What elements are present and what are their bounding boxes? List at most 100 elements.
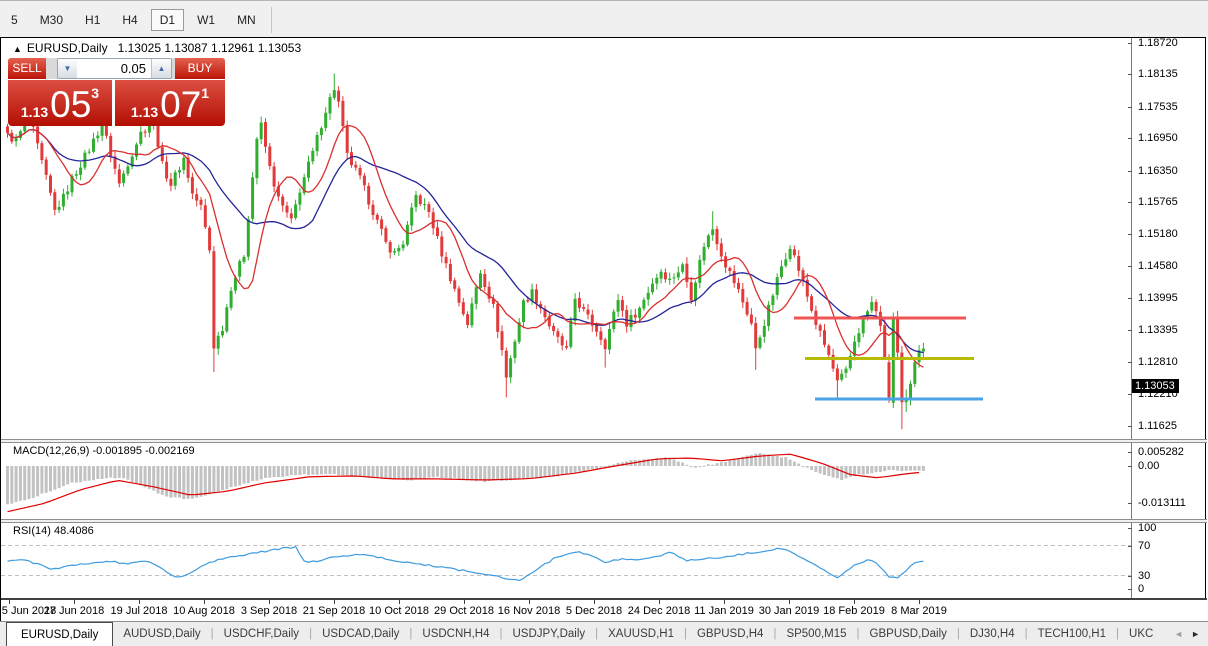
- macd-bar: [771, 456, 774, 466]
- macd-bar: [354, 466, 357, 476]
- macd-bar: [346, 466, 349, 475]
- candle-body: [759, 338, 762, 348]
- price-axis-tick: [1128, 266, 1132, 267]
- candle-body: [599, 331, 602, 340]
- price-axis-tick: [1128, 43, 1132, 44]
- sell-price-pip: 3: [91, 86, 99, 100]
- timeframe-button-h1[interactable]: H1: [76, 9, 109, 31]
- timeframe-button-d1[interactable]: D1: [151, 9, 184, 31]
- macd-bar: [96, 466, 99, 479]
- candle-body: [410, 208, 413, 226]
- macd-bar: [255, 466, 258, 481]
- macd-bar: [359, 466, 362, 476]
- collapse-icon[interactable]: ▲: [13, 44, 22, 54]
- candle-body: [402, 244, 405, 248]
- tab-scroll-right-icon[interactable]: ►: [1187, 629, 1204, 639]
- candle-body: [780, 266, 783, 277]
- price-axis-tick: [1128, 138, 1132, 139]
- chart-tab-gbpusd[interactable]: GBPUSD,H4: [687, 622, 773, 646]
- candle-body: [638, 308, 641, 318]
- rsi-label: RSI(14) 48.4086: [13, 525, 94, 537]
- macd-bar: [294, 466, 297, 475]
- candle-body: [243, 257, 246, 262]
- chart-tab-sp500[interactable]: SP500,M15: [776, 622, 856, 646]
- chart-tab-usdchf[interactable]: USDCHF,Daily: [214, 622, 309, 646]
- chart-tab-dj30[interactable]: DJ30,H4: [960, 622, 1025, 646]
- candle-body: [359, 168, 362, 175]
- candle-body: [526, 300, 529, 301]
- date-axis-label: 8 Mar 2019: [891, 605, 947, 617]
- chart-tab-gbpusd[interactable]: GBPUSD,Daily: [860, 622, 957, 646]
- macd-bar: [165, 466, 168, 497]
- candle-body: [707, 235, 710, 247]
- buy-button[interactable]: BUY: [175, 58, 225, 79]
- sell-price-button[interactable]: 1.13 05 3: [8, 80, 112, 126]
- volume-input[interactable]: 0.05: [77, 59, 151, 78]
- chart-tab-audusd[interactable]: AUDUSD,Daily: [113, 622, 210, 646]
- date-axis-label: 21 Sep 2018: [303, 605, 365, 617]
- macd-bar: [806, 466, 809, 468]
- candle-body: [36, 126, 39, 143]
- candle-body: [423, 204, 426, 205]
- chart-tab-xauusd[interactable]: XAUUSD,H1: [598, 622, 684, 646]
- chart-tab-usdjpy[interactable]: USDJPY,Daily: [502, 622, 595, 646]
- rsi-axis-label: 100: [1138, 522, 1156, 534]
- chart-tab-usdcad[interactable]: USDCAD,Daily: [312, 622, 409, 646]
- date-axis-label: 11 Jan 2019: [694, 605, 754, 617]
- timeframe-toolbar: 5M30H1H4D1W1MN: [0, 0, 1208, 38]
- tab-scroll-left-icon[interactable]: ◄: [1170, 629, 1187, 639]
- date-axis[interactable]: 5 Jun 201827 Jun 201819 Jul 201810 Aug 2…: [1, 598, 1207, 623]
- macd-bar: [685, 465, 688, 466]
- candle-body: [754, 323, 757, 348]
- timeframe-button-5[interactable]: 5: [2, 9, 27, 31]
- candle-body: [445, 257, 448, 263]
- candle-body: [174, 172, 177, 186]
- chart-tab-usdcnh[interactable]: USDCNH,H4: [412, 622, 499, 646]
- macd-bar: [243, 466, 246, 484]
- macd-bar: [449, 466, 452, 479]
- candle-body: [49, 176, 52, 193]
- date-axis-tick: [74, 600, 75, 604]
- macd-bar: [135, 466, 138, 484]
- candle-body: [522, 300, 525, 322]
- timeframe-button-h4[interactable]: H4: [113, 9, 146, 31]
- candle-body: [595, 325, 598, 332]
- buy-price-button[interactable]: 1.13 07 1: [115, 80, 225, 126]
- macd-bar: [724, 462, 727, 466]
- volume-increase-icon[interactable]: ▲: [151, 59, 171, 78]
- chart-tab-eurusd[interactable]: EURUSD,Daily: [6, 622, 113, 646]
- chart-tab-tech100[interactable]: TECH100,H1: [1028, 622, 1116, 646]
- timeframe-button-w1[interactable]: W1: [188, 9, 224, 31]
- volume-decrease-icon[interactable]: ▼: [58, 59, 77, 78]
- rsi-panel[interactable]: [1, 523, 1131, 598]
- candle-body: [298, 193, 301, 205]
- volume-stepper: ▼ 0.05 ▲: [57, 58, 172, 79]
- macd-bar: [888, 466, 891, 470]
- macd-bar: [191, 466, 194, 499]
- candle-body: [483, 274, 486, 287]
- candle-body: [505, 351, 508, 378]
- macd-bar: [376, 466, 379, 478]
- price-axis[interactable]: 1.187201.181351.175351.169501.163501.157…: [1131, 38, 1208, 600]
- sell-price-prefix: 1.13: [21, 102, 48, 122]
- candle-body: [634, 315, 637, 318]
- macd-bar: [458, 466, 461, 480]
- timeframe-button-m30[interactable]: M30: [31, 9, 72, 31]
- candle-body: [126, 166, 129, 173]
- current-price-tag: 1.13053: [1132, 379, 1179, 393]
- candle-body: [6, 126, 9, 132]
- candle-body: [535, 289, 538, 303]
- macd-bar: [393, 466, 396, 479]
- date-axis-label: 16 Nov 2018: [498, 605, 560, 617]
- sell-button[interactable]: SELL: [8, 58, 46, 79]
- candle-body: [247, 219, 250, 256]
- macd-bar: [415, 466, 418, 479]
- candle-body: [75, 174, 78, 176]
- macd-bar: [350, 466, 353, 476]
- macd-bar: [488, 466, 491, 481]
- candle-body: [225, 307, 228, 331]
- timeframe-button-mn[interactable]: MN: [228, 9, 265, 31]
- chart-tab-ukc[interactable]: UKC: [1119, 622, 1163, 646]
- chart-tab-bar: EURUSD,DailyAUDUSD,Daily|USDCHF,Daily|US…: [0, 621, 1208, 646]
- candle-body: [346, 127, 349, 153]
